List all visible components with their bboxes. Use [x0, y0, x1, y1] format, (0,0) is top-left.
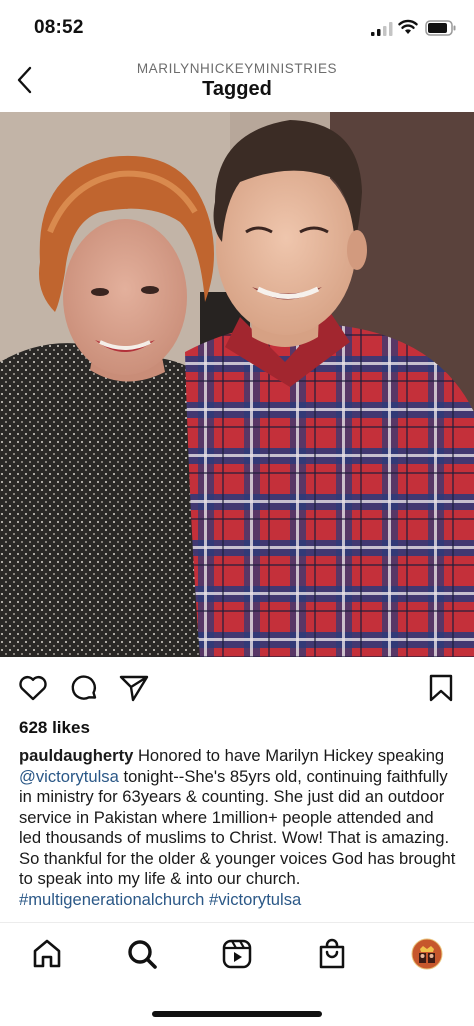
- caption-mention[interactable]: @victorytulsa: [19, 767, 119, 786]
- header: MARILYNHICKEYMINISTRIES Tagged: [0, 58, 474, 112]
- status-time: 08:52: [34, 17, 84, 38]
- shop-icon[interactable]: [315, 937, 349, 971]
- caption-text-1: Honored to have Marilyn Hickey speaking: [133, 746, 445, 765]
- profile-avatar[interactable]: [410, 937, 444, 971]
- home-icon[interactable]: [30, 937, 64, 971]
- post-actions: [0, 668, 474, 708]
- home-indicator: [152, 1011, 322, 1017]
- likes-count[interactable]: 628 likes: [19, 718, 90, 738]
- share-icon[interactable]: [118, 672, 150, 704]
- bookmark-icon[interactable]: [425, 672, 457, 704]
- heart-icon[interactable]: [17, 672, 49, 704]
- post-caption: pauldaugherty Honored to have Marilyn Hi…: [19, 746, 459, 922]
- header-account-name[interactable]: MARILYNHICKEYMINISTRIES: [0, 61, 474, 76]
- caption-hashtags[interactable]: #multigenerationalchurch #victorytulsa: [19, 890, 301, 909]
- wifi-icon: [398, 19, 418, 34]
- search-icon[interactable]: [125, 937, 159, 971]
- cellular-signal-icon: [371, 22, 393, 36]
- reels-icon[interactable]: [220, 937, 254, 971]
- page-title: Tagged: [202, 78, 272, 100]
- bottom-nav: [0, 922, 474, 1026]
- status-bar: 08:52: [0, 0, 474, 58]
- comment-icon[interactable]: [68, 672, 100, 704]
- battery-icon: [425, 20, 456, 36]
- post-photo[interactable]: [0, 112, 474, 657]
- caption-username[interactable]: pauldaugherty: [19, 746, 133, 765]
